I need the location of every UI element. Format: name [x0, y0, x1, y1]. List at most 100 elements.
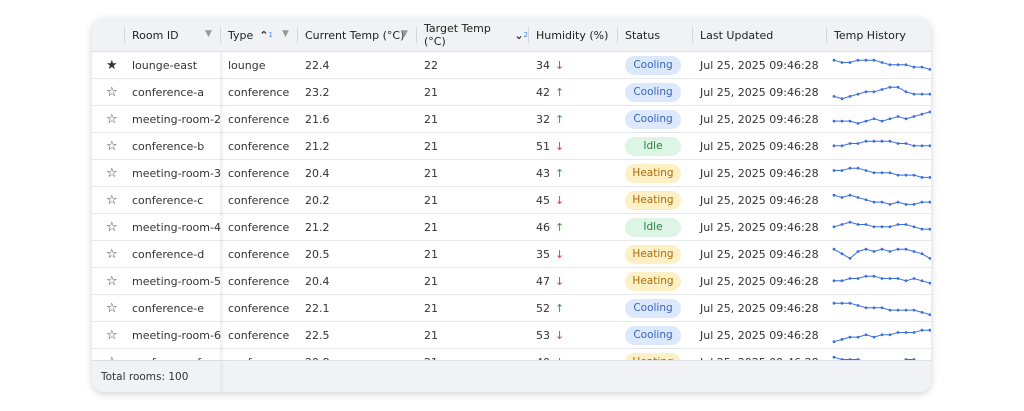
- star-outline-icon[interactable]: ☆: [98, 133, 124, 160]
- sparkline-point: [920, 252, 924, 256]
- sparkline-point: [928, 227, 931, 231]
- arrow-down-icon: ↓: [555, 59, 565, 72]
- star-outline-icon[interactable]: ☆: [98, 214, 124, 241]
- sparkline-point: [840, 169, 844, 172]
- sparkline-point: [832, 279, 836, 283]
- sparkline-point: [912, 203, 916, 206]
- table-row[interactable]: ☆ conference-f conference 20.8 21 40↓ He…: [92, 349, 931, 360]
- header-temp-history[interactable]: Temp History: [826, 18, 931, 52]
- sparkline-point: [872, 171, 876, 175]
- table-row[interactable]: ☆ meeting-room-5 conference 20.4 21 47 ↓ …: [92, 268, 931, 295]
- star-outline-icon[interactable]: ☆: [98, 79, 124, 106]
- target-temp: 21: [424, 167, 438, 180]
- sparkline-point: [880, 119, 884, 123]
- rooms-grid: Room ID ▼ Type ⌃ 1 ▼ Current Temp (°C) ▼ Targ…: [92, 18, 931, 392]
- sparkline-point: [848, 257, 852, 260]
- header-room-id[interactable]: Room ID ▼: [124, 18, 220, 52]
- filter-icon[interactable]: ▼: [205, 29, 214, 39]
- room-type: conference: [228, 248, 290, 261]
- target-temp: 21: [424, 140, 438, 153]
- table-row[interactable]: ★ lounge-east lounge 22.4 22 34 ↓ Cooling…: [92, 52, 931, 79]
- sparkline-point: [840, 144, 844, 148]
- target-temp: 21: [424, 221, 438, 234]
- last-updated: Jul 25, 2025 09:46:28: [700, 329, 819, 342]
- star-outline-icon[interactable]: ☆: [98, 187, 124, 214]
- header-current-temp[interactable]: Current Temp (°C) ▼: [297, 18, 416, 52]
- star-outline-icon[interactable]: ☆: [98, 295, 124, 322]
- sparkline-point: [864, 139, 868, 143]
- sparkline-point: [864, 247, 868, 251]
- sparkline-point: [856, 166, 860, 170]
- sparkline-point: [864, 58, 868, 62]
- sparkline-point: [864, 223, 868, 226]
- star-outline-icon[interactable]: ☆: [98, 160, 124, 187]
- sparkline-point: [928, 110, 931, 114]
- room-id: meeting-room-4: [132, 221, 221, 234]
- table-row[interactable]: ☆ meeting-room-2 conference 21.6 21 32 ↑ …: [92, 106, 931, 133]
- humidity: 35: [536, 248, 550, 261]
- last-updated: Jul 25, 2025 09:46:28: [700, 140, 819, 153]
- sparkline-point: [904, 247, 908, 251]
- room-type: conference: [228, 167, 290, 180]
- header-label: Temp History: [834, 28, 906, 42]
- sparkline-point: [888, 139, 892, 143]
- sparkline-point: [864, 306, 868, 310]
- table-row[interactable]: ☆ meeting-room-3 conference 20.4 21 43 ↑ …: [92, 160, 931, 187]
- header-target-temp[interactable]: Target Temp (°C) ⌄ 2: [416, 18, 528, 52]
- grid-header: Room ID ▼ Type ⌃ 1 ▼ Current Temp (°C) ▼ Targ…: [92, 18, 931, 52]
- sparkline-point: [896, 142, 900, 145]
- last-updated: Jul 25, 2025 09:46:28: [700, 167, 819, 180]
- star-filled-icon[interactable]: ★: [98, 52, 124, 79]
- sparkline-point: [832, 119, 836, 123]
- sparkline-point: [904, 279, 908, 283]
- sparkline-point: [912, 65, 916, 69]
- sparkline-point: [888, 277, 892, 280]
- sparkline-point: [896, 173, 900, 177]
- table-row[interactable]: ☆ conference-a conference 23.2 21 42 ↑ Co…: [92, 79, 931, 106]
- header-type[interactable]: Type ⌃ 1 ▼: [220, 18, 297, 52]
- sparkline-point: [856, 196, 860, 199]
- star-outline-icon[interactable]: ☆: [98, 322, 124, 349]
- temp-sparkline: [832, 85, 931, 101]
- sparkline-point: [848, 220, 852, 224]
- table-row[interactable]: ☆ conference-c conference 20.2 21 45 ↓ He…: [92, 187, 931, 214]
- temp-sparkline: [832, 328, 931, 344]
- sparkline-point: [912, 277, 916, 280]
- sparkline-point: [880, 333, 884, 337]
- sparkline-point: [912, 225, 916, 229]
- table-row[interactable]: ☆ conference-b conference 21.2 21 51 ↓ Id…: [92, 133, 931, 160]
- target-temp: 21: [424, 302, 438, 315]
- table-row[interactable]: ☆ meeting-room-6 conference 22.5 21 53 ↓ …: [92, 322, 931, 349]
- grid-footer: Total rooms: 100: [92, 360, 931, 392]
- sparkline-point: [856, 58, 860, 62]
- grid-body[interactable]: ★ lounge-east lounge 22.4 22 34 ↓ Cooling…: [92, 52, 931, 360]
- sparkline-point: [920, 92, 924, 96]
- sparkline-point: [928, 144, 931, 148]
- last-updated: Jul 25, 2025 09:46:28: [700, 302, 819, 315]
- star-outline-icon[interactable]: ☆: [98, 241, 124, 268]
- header-last-updated[interactable]: Last Updated: [692, 18, 826, 52]
- current-temp: 21.2: [305, 221, 330, 234]
- sparkline-point: [872, 274, 876, 278]
- table-row[interactable]: ☆ meeting-room-4 conference 21.2 21 46 ↑ …: [92, 214, 931, 241]
- sparkline-point: [888, 85, 892, 89]
- sparkline-point: [832, 144, 836, 148]
- sparkline-point: [872, 90, 876, 94]
- filter-icon[interactable]: ▼: [401, 29, 410, 39]
- last-updated: Jul 25, 2025 09:46:28: [700, 248, 819, 261]
- header-status[interactable]: Status: [617, 18, 692, 52]
- sparkline-point: [856, 223, 860, 226]
- arrow-down-icon: ↓: [555, 275, 565, 288]
- star-outline-icon[interactable]: ☆: [98, 268, 124, 295]
- sparkline-point: [920, 279, 924, 283]
- filter-icon[interactable]: ▼: [282, 29, 291, 39]
- sparkline-point: [920, 176, 924, 179]
- header-humidity[interactable]: Humidity (%): [528, 18, 617, 52]
- star-outline-icon[interactable]: ☆: [98, 349, 124, 360]
- sparkline-point: [856, 277, 860, 280]
- temp-sparkline: [832, 301, 931, 317]
- table-row[interactable]: ☆ conference-d conference 20.5 21 35 ↓ He…: [92, 241, 931, 268]
- arrow-up-icon: ↑: [555, 302, 565, 315]
- star-outline-icon[interactable]: ☆: [98, 106, 124, 133]
- table-row[interactable]: ☆ conference-e conference 22.1 21 52 ↑ Co…: [92, 295, 931, 322]
